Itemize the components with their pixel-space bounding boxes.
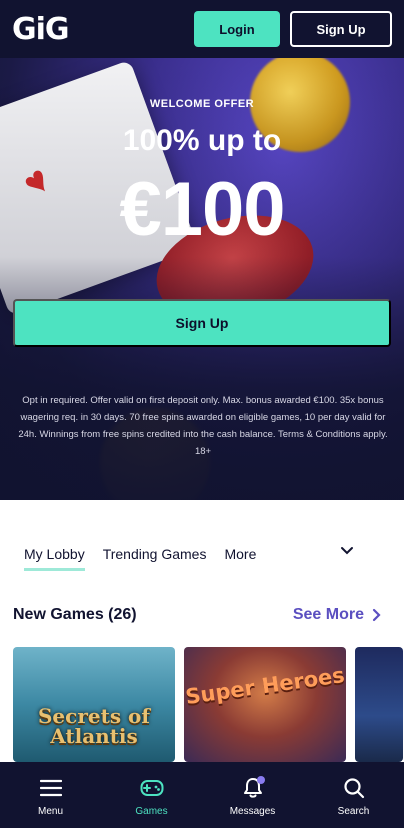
- nav-games-label: Games: [135, 806, 168, 817]
- see-more-label: See More: [292, 606, 364, 623]
- tab-trending-games[interactable]: Trending Games: [103, 546, 207, 562]
- new-games-title: New Games (26): [13, 606, 137, 623]
- nav-games[interactable]: Games: [101, 762, 202, 828]
- lobby-tabs: My Lobby Trending Games More: [24, 542, 364, 571]
- chevron-right-icon: [372, 608, 381, 622]
- login-button[interactable]: Login: [194, 11, 280, 47]
- game-tile[interactable]: Super Heroes: [184, 647, 346, 762]
- game-tile[interactable]: [355, 647, 403, 762]
- offer-terms: Opt in required. Offer valid on first de…: [18, 395, 388, 457]
- signup-button-hero[interactable]: Sign Up: [13, 299, 391, 347]
- new-games-carousel: Secrets of Atlantis Super Heroes: [13, 647, 403, 762]
- chevron-down-icon[interactable]: [340, 544, 354, 558]
- see-more-link[interactable]: See More: [293, 606, 382, 624]
- game-tile-title: Super Heroes: [184, 662, 346, 710]
- bottom-navigation: Menu Games Messages Search: [0, 762, 404, 828]
- menu-icon: [39, 776, 63, 800]
- offer-amount: €100: [119, 167, 285, 252]
- top-header: GiG Login Sign Up: [0, 0, 404, 58]
- nav-messages[interactable]: Messages: [202, 762, 303, 828]
- gig-logo[interactable]: GiG: [12, 12, 70, 47]
- tab-my-lobby[interactable]: My Lobby: [24, 546, 85, 571]
- nav-menu-label: Menu: [37, 806, 63, 817]
- nav-search-label: Search: [337, 806, 370, 817]
- signup-button-header[interactable]: Sign Up: [290, 11, 392, 47]
- notification-dot: [257, 776, 265, 784]
- nav-search[interactable]: Search: [303, 762, 404, 828]
- nav-messages-label: Messages: [229, 806, 276, 817]
- welcome-offer-banner: ♥ ♥ WELCOME OFFER 100% up to €100 Sign U…: [0, 58, 404, 500]
- nav-menu[interactable]: Menu: [0, 762, 101, 828]
- lobby-section: My Lobby Trending Games More New Games (…: [0, 500, 404, 762]
- game-tile-title: Secrets of Atlantis: [37, 704, 150, 748]
- offer-eyebrow: WELCOME OFFER: [149, 98, 255, 110]
- offer-headline: 100% up to: [122, 124, 282, 157]
- gamepad-icon: [140, 776, 164, 800]
- header-actions: Login Sign Up: [194, 11, 392, 47]
- search-icon: [342, 776, 366, 800]
- tab-more[interactable]: More: [224, 546, 256, 562]
- game-tile[interactable]: Secrets of Atlantis: [13, 647, 175, 762]
